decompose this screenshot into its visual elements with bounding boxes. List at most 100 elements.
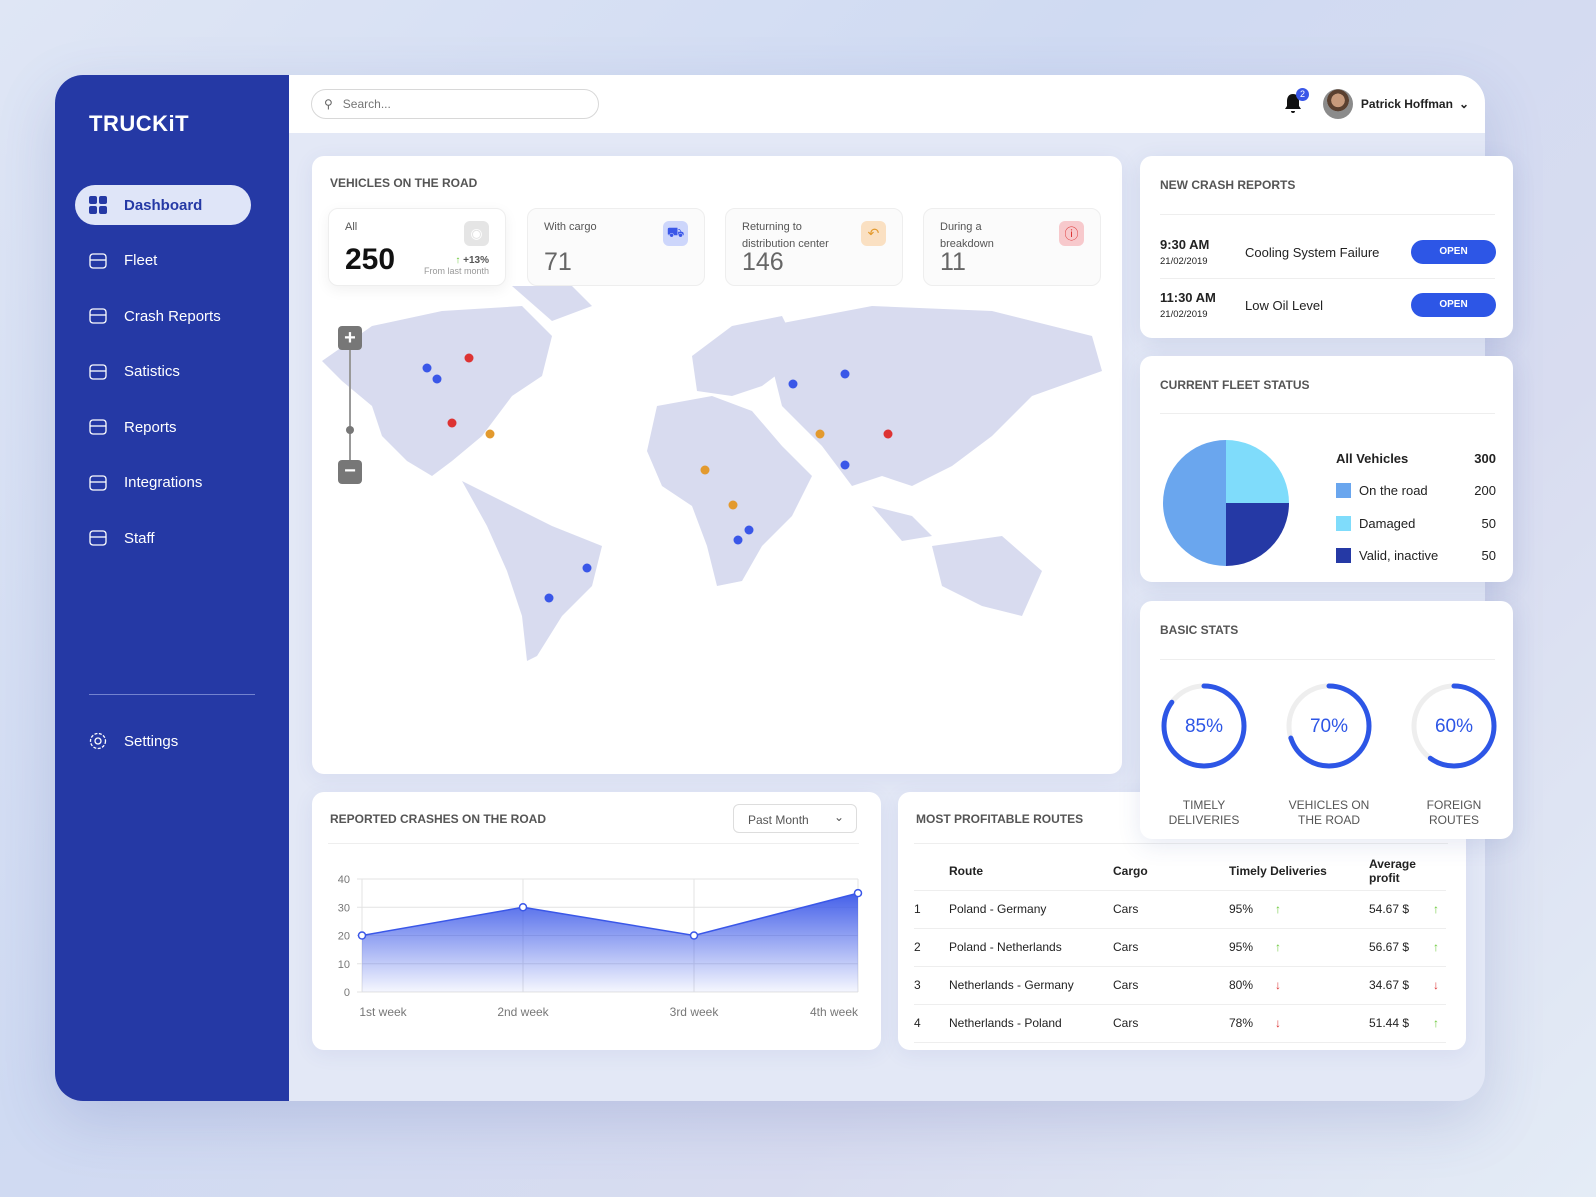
arrow-down-icon: ↓ xyxy=(1275,978,1281,992)
sidebar-item-staff[interactable]: Staff xyxy=(75,518,251,558)
sidebar-item-label: Fleet xyxy=(124,252,158,269)
y-tick-label: 40 xyxy=(338,874,350,886)
steering-icon: ◉ xyxy=(464,221,489,246)
card-title: NEW CRASH REPORTS xyxy=(1160,178,1296,192)
column-header: Timely Deliveries xyxy=(1229,852,1369,891)
crash-report-item: 11:30 AM 21/02/2019 Low Oil Level OPEN xyxy=(1160,279,1496,331)
arrow-up-icon: ↑ xyxy=(455,255,461,266)
search-icon: ⚲ xyxy=(324,97,333,111)
sidebar-item-reports[interactable]: Reports xyxy=(75,407,251,447)
search-input[interactable] xyxy=(342,97,563,111)
row-number: 2 xyxy=(914,928,949,967)
card-title: MOST PROFITABLE ROUTES xyxy=(916,812,1084,826)
zoom-out-button[interactable]: − xyxy=(338,460,362,484)
report-time: 11:30 AM xyxy=(1160,290,1216,305)
report-date: 21/02/2019 xyxy=(1160,256,1208,267)
y-tick-label: 10 xyxy=(338,959,350,971)
profit: 56.67 $ xyxy=(1369,940,1410,954)
sidebar-item-settings[interactable]: Settings xyxy=(75,721,251,761)
world-map[interactable] xyxy=(312,286,1122,686)
grid-icon xyxy=(87,194,109,216)
sidebar-item-crash-reports[interactable]: Crash Reports xyxy=(75,296,251,336)
arrow-up-icon: ↑ xyxy=(1275,940,1281,954)
legend-swatch xyxy=(1336,515,1351,531)
stat-donut: 60% FOREIGN ROUTES xyxy=(1409,681,1499,828)
open-button[interactable]: OPEN xyxy=(1411,293,1496,317)
card-title: BASIC STATS xyxy=(1160,623,1239,637)
donut-value: 60% xyxy=(1435,716,1473,737)
timely: 78% xyxy=(1229,1016,1254,1030)
vehicles-card: VEHICLES ON THE ROAD All ◉ 250 ↑ +13% Fro… xyxy=(312,156,1122,774)
open-button[interactable]: OPEN xyxy=(1411,240,1496,264)
route: Poland - Netherlands xyxy=(949,928,1113,967)
crash-icon xyxy=(87,305,109,327)
cargo: Cars xyxy=(1113,1004,1229,1043)
notifications-button[interactable]: 2 xyxy=(1283,88,1309,119)
route: Netherlands - Poland xyxy=(949,1004,1113,1043)
stat-breakdown[interactable]: During a breakdown ⓘ 11 xyxy=(923,208,1101,286)
logo: TRUCKiT xyxy=(89,111,190,136)
chart-line-icon xyxy=(87,361,109,383)
table-row[interactable]: 3 Netherlands - Germany Cars 80% ↓ 34.67 $ ↓ xyxy=(914,966,1446,1005)
card-title: CURRENT FLEET STATUS xyxy=(1160,378,1310,392)
legend-swatch xyxy=(1336,483,1351,499)
data-point xyxy=(518,903,528,912)
zoom-slider[interactable] xyxy=(346,350,354,460)
report-desc: Low Oil Level xyxy=(1245,297,1324,313)
period-select[interactable]: Past Month ⌄ xyxy=(733,804,857,833)
period-value: Past Month xyxy=(748,813,809,827)
data-point xyxy=(689,931,699,940)
pie-slice-inactive xyxy=(1226,503,1289,566)
profit: 51.44 $ xyxy=(1369,1016,1410,1030)
fleet-legend: All Vehicles 300 On the road 200 Damaged 50… xyxy=(1336,442,1496,572)
data-point xyxy=(357,931,367,940)
stat-value: 11 xyxy=(940,248,966,276)
x-tick-label: 4th week xyxy=(810,1005,859,1019)
sidebar-item-integrations[interactable]: Integrations xyxy=(75,463,251,503)
stat-value: 146 xyxy=(742,248,784,276)
arrow-down-icon: ↓ xyxy=(1433,978,1439,992)
zoom-in-button[interactable]: + xyxy=(338,326,362,350)
donut-value: 70% xyxy=(1310,716,1348,737)
gear-icon xyxy=(87,730,109,752)
fleet-pie-chart xyxy=(1163,440,1289,566)
timely: 95% xyxy=(1229,940,1254,954)
sidebar-item-fleet[interactable]: Fleet xyxy=(75,241,251,281)
staff-icon xyxy=(87,527,109,549)
sidebar-item-satistics[interactable]: Satistics xyxy=(75,352,251,392)
x-tick-label: 2nd week xyxy=(497,1005,549,1019)
legend-value: 50 xyxy=(1481,515,1496,531)
fleet-status-card: CURRENT FLEET STATUS All Vehicles 300 On … xyxy=(1140,356,1513,582)
y-tick-label: 0 xyxy=(344,987,350,999)
avatar xyxy=(1322,89,1353,119)
timely: 80% xyxy=(1229,978,1254,992)
user-menu[interactable]: Patrick Hoffman ⌄ xyxy=(1322,89,1469,119)
search-box[interactable]: ⚲ xyxy=(311,89,599,119)
notification-badge: 2 xyxy=(1296,88,1309,101)
pie-icon xyxy=(87,416,109,438)
sidebar-item-label: Dashboard xyxy=(124,196,203,214)
profit: 54.67 $ xyxy=(1369,902,1410,916)
cargo: Cars xyxy=(1113,928,1229,967)
sidebar-item-label: Crash Reports xyxy=(124,307,221,325)
crashes-card: REPORTED CRASHES ON THE ROAD Past Month ⌄… xyxy=(312,792,881,1050)
stat-donut: 70% VEHICLES ON THE ROAD xyxy=(1284,681,1374,828)
column-header: Route xyxy=(949,852,1113,891)
column-header: Cargo xyxy=(1113,852,1229,891)
table-row[interactable]: 2 Poland - Netherlands Cars 95% ↑ 56.67 $ ↑ xyxy=(914,928,1446,967)
top-bar: ⚲ 2 Patrick Hoffman ⌄ xyxy=(289,75,1485,133)
stat-with-cargo[interactable]: With cargo ⛟ 71 xyxy=(527,208,705,286)
table-row[interactable]: 4 Netherlands - Poland Cars 78% ↓ 51.44 $ ↑ xyxy=(914,1004,1446,1043)
routes-table: Route Cargo Timely Deliveries Average profi… xyxy=(914,852,1446,1043)
sidebar-item-dashboard[interactable]: Dashboard xyxy=(75,185,251,225)
stat-returning[interactable]: Returning to distribution center ↶ 146 xyxy=(725,208,903,286)
donut-label: TIMELY DELIVERIES xyxy=(1168,798,1240,827)
stat-all[interactable]: All ◉ 250 ↑ +13% From last month xyxy=(328,208,506,286)
legend-label: Valid, inactive xyxy=(1359,548,1439,564)
chevron-down-icon: ⌄ xyxy=(833,810,844,824)
table-row[interactable]: 1 Poland - Germany Cars 95% ↑ 54.67 $ ↑ xyxy=(914,890,1446,929)
x-tick-label: 1st week xyxy=(359,1005,407,1019)
sidebar-item-label: Settings xyxy=(124,732,179,750)
crash-report-item: 9:30 AM 21/02/2019 Cooling System Failure O… xyxy=(1160,226,1496,278)
stat-value: 250 xyxy=(345,243,396,276)
